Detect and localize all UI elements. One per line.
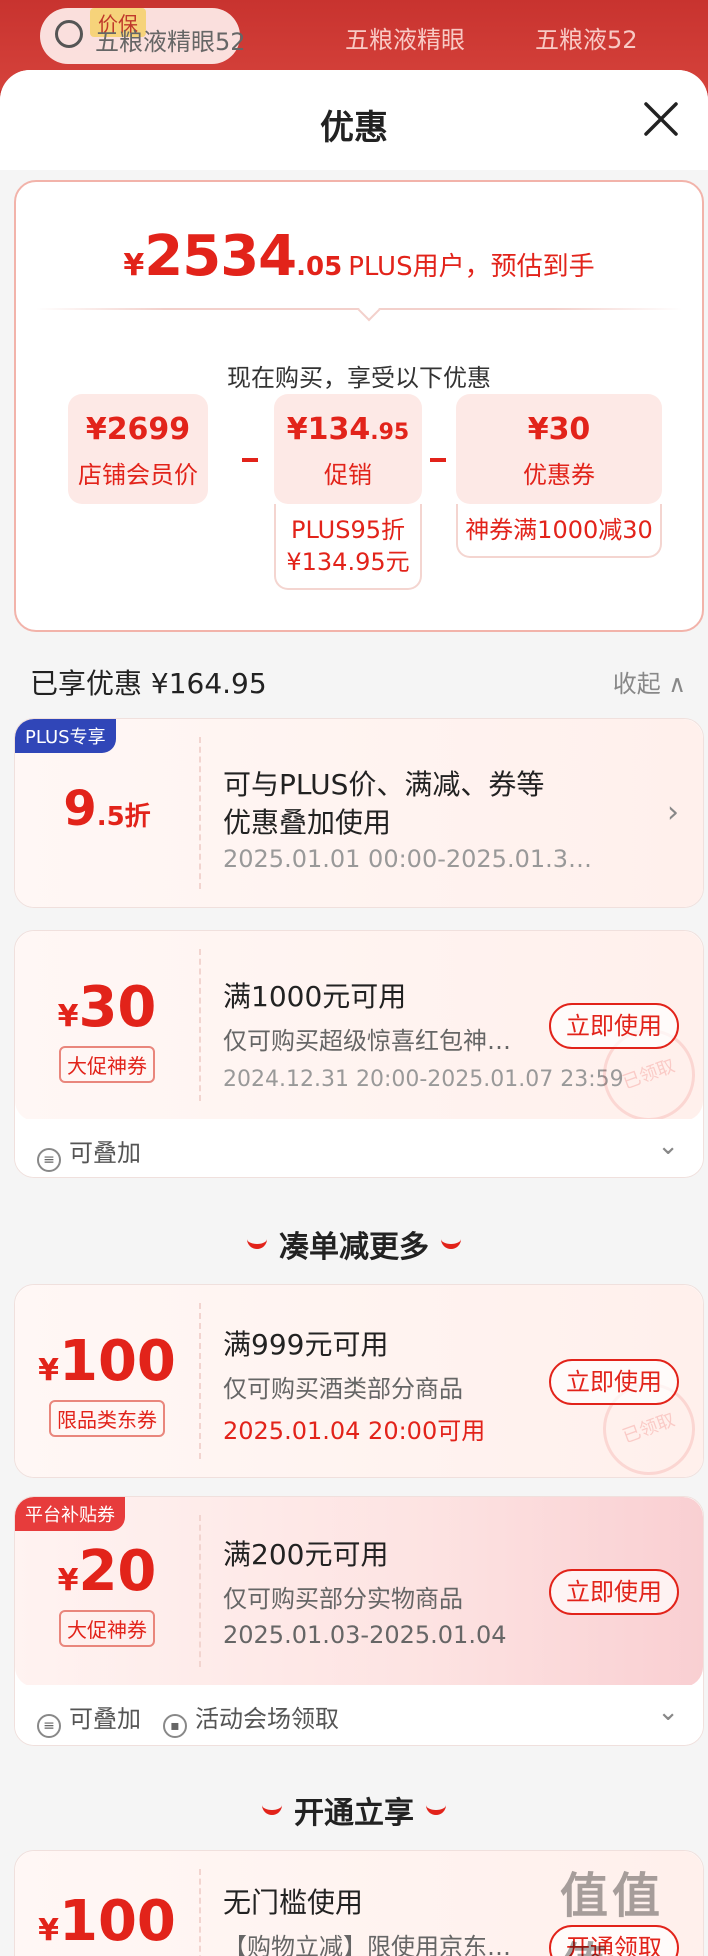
discount-sheet: 优惠 ¥2534.05 PLUS用户，预估到手 现在购买，享受以下优惠 ¥2699… [0,70,708,1956]
use-now-button[interactable]: 立即使用 [549,1003,679,1049]
coupon-title: 满200元可用 [223,1538,389,1571]
coupon-time: 2025.01.04 20:00可用 [223,1417,486,1445]
coupon-card: ¥100 限品类东券 满999元可用 仅可购买酒类部分商品 2025.01.04… [14,1284,704,1478]
divider-notch [357,298,381,322]
coupon-time: 2025.01.01 00:00-2025.01.3… [223,845,593,873]
venue-claim-label: ▪ 活动会场领取 [163,1699,339,1738]
coupon-title: 无门槛使用 [223,1886,364,1919]
background-hint-1: 五粮液精眼 [345,26,465,54]
coupon-desc: 【购物立减】限使用京东… [223,1933,511,1956]
coupon-time: 2024.12.31 20:00-2025.01.07 23:59 [223,1067,624,1092]
background-search-text: 五粮液精眼52 [95,28,246,56]
promotion-detail: PLUS95折 ¥134.95元 [274,504,422,590]
minus-sign [242,458,258,462]
member-price-box: ¥2699 店铺会员价 [68,394,208,504]
stackable-label: ≡ 可叠加 [37,1699,141,1738]
stack-icon: ≡ [37,1148,61,1172]
coupon-desc: 仅可购买部分实物商品 [223,1585,463,1613]
use-now-button[interactable]: 立即使用 [549,1569,679,1615]
price-subtitle: 现在购买，享受以下优惠 [227,364,491,392]
platform-subsidy-badge: 平台补贴券 [15,1497,125,1531]
price-summary-card: ¥2534.05 PLUS用户，预估到手 现在购买，享受以下优惠 ¥2699 店铺… [14,180,704,632]
coupon-amount: ¥100 限品类东券 [15,1329,199,1437]
sheet-header: 优惠 [0,70,708,170]
watermark: 值值值 [560,1868,665,1956]
coupon-footer: ≡ 可叠加 ⌄ [15,1119,703,1177]
coupon-amount: ¥30 大促神券 [15,975,199,1083]
promotion-box: ¥134.95 促销 [274,394,422,504]
coupon-card: ¥30 大促神券 满1000元可用 仅可购买超级惊喜红包神… 2024.12.3… [14,930,704,1178]
stack-icon: ≡ [37,1714,61,1738]
coupon-tag: 限品类东券 [49,1400,165,1437]
coupon-title: 满1000元可用 [223,980,407,1013]
enjoyed-discount-total: 已享优惠 ¥164.95 [30,667,267,700]
sheet-title: 优惠 [320,108,388,148]
coupon-desc: 优惠叠加使用 [223,806,392,839]
smile-icon [441,1237,461,1249]
coupon-desc: 仅可购买超级惊喜红包神… [223,1027,511,1055]
coupon-title: 可与PLUS价、满减、券等 [223,768,545,801]
plus-badge: PLUS专享 [15,719,116,753]
coupon-tag: 大促神券 [59,1610,155,1647]
smile-icon [262,1803,282,1815]
estimated-price: ¥2534.05 PLUS用户，预估到手 [123,224,595,289]
coupon-time: 2025.01.03-2025.01.04 [223,1621,507,1649]
close-icon[interactable] [640,98,682,140]
discount-rate: 9.5折 [63,781,151,837]
stackable-label: ≡ 可叠加 [37,1133,141,1172]
use-now-button[interactable]: 立即使用 [549,1359,679,1405]
coupon-footer: ≡ 可叠加 ▪ 活动会场领取 ⌄ [15,1685,703,1745]
venue-icon: ▪ [163,1714,187,1738]
chevron-down-icon[interactable]: ⌄ [657,1697,679,1727]
background-hint-2: 五粮液52 [535,26,638,54]
smile-icon [247,1237,267,1249]
search-icon [55,20,83,48]
smile-icon [426,1803,446,1815]
minus-sign [430,458,446,462]
coupon-title: 满999元可用 [223,1328,389,1361]
coupon-tag: 大促神券 [59,1046,155,1083]
coupon-box: ¥30 优惠券 [456,394,662,504]
coupon-card: 平台补贴券 ¥20 大促神券 满200元可用 仅可购买部分实物商品 2025.0… [14,1496,704,1746]
coupon-amount: ¥100 [38,1889,176,1954]
collapse-button[interactable]: 收起 ∧ [613,664,686,699]
coupon-detail: 神券满1000减30 [456,504,662,558]
plus-discount-card[interactable]: PLUS专享 9.5折 可与PLUS价、满减、券等 优惠叠加使用 2025.01… [14,718,704,908]
chevron-right-icon[interactable]: › [667,795,679,830]
section-title-open: 开通立享 [0,1788,708,1832]
coupon-desc: 仅可购买酒类部分商品 [223,1375,463,1403]
chevron-down-icon[interactable]: ⌄ [657,1131,679,1161]
coupon-amount: ¥20 大促神券 [15,1539,199,1647]
section-title-more: 凑单减更多 [0,1222,708,1266]
